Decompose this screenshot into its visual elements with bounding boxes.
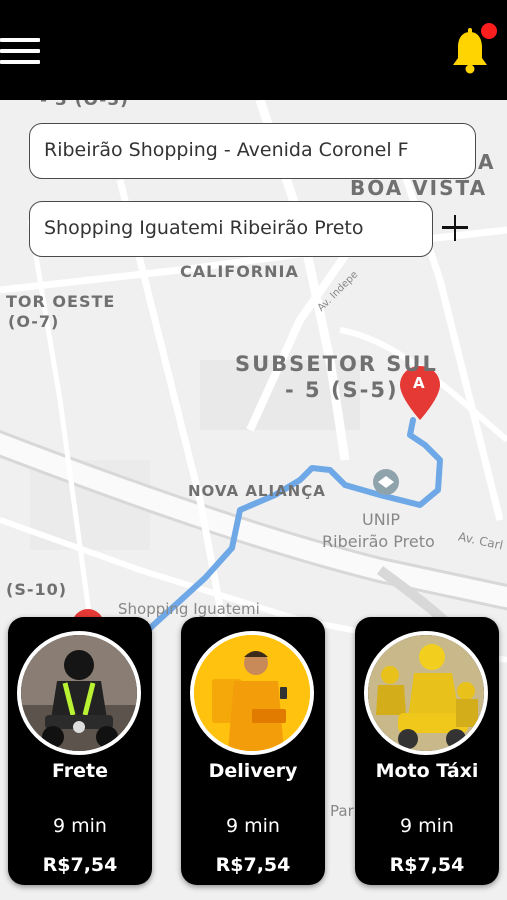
map-label-s5: - 5 (S-5): [285, 378, 399, 402]
service-card-delivery[interactable]: Delivery 9 min R$7,54: [181, 617, 325, 885]
bell-icon[interactable]: [450, 23, 497, 78]
service-price: R$7,54: [42, 854, 118, 876]
service-time: 9 min: [400, 815, 454, 837]
moto-taxi-photo: [364, 631, 488, 755]
map-label-boa-vista-a: A: [478, 150, 495, 174]
service-time: 9 min: [226, 815, 280, 837]
map-label-nova-alianca: NOVA ALIANÇA: [188, 482, 326, 500]
hamburger-menu-icon[interactable]: [0, 38, 40, 68]
top-bar: [0, 0, 507, 100]
service-price: R$7,54: [389, 854, 465, 876]
origin-input[interactable]: Ribeirão Shopping - Avenida Coronel F: [29, 123, 476, 179]
map-label-ribeirao-preto: Ribeirão Preto: [322, 532, 435, 551]
destination-input[interactable]: Shopping Iguatemi Ribeirão Preto: [29, 201, 433, 257]
map-label-subsetor-sul: SUBSETOR SUL: [235, 352, 438, 376]
service-time: 9 min: [53, 815, 107, 837]
map-label-shopping-iguatemi: Shopping Iguatemi: [118, 600, 260, 618]
map-label-setor-oeste: TOR OESTE: [6, 292, 116, 311]
map-label-california: CALIFORNIA: [180, 262, 299, 281]
service-name: Delivery: [208, 760, 298, 782]
plus-icon[interactable]: [440, 213, 470, 243]
map-label-boa-vista: BOA VISTA: [350, 176, 488, 200]
map-label-s10: (S-10): [6, 580, 68, 599]
map-label-o7: (O-7): [8, 312, 60, 331]
service-name: Frete: [52, 760, 108, 782]
map-label-unip: UNIP: [362, 510, 401, 529]
map-label-par: Par: [330, 802, 354, 820]
map-label-o3: - 3 (O-3): [40, 100, 129, 110]
notification-badge: [481, 23, 497, 39]
delivery-photo: [190, 631, 314, 755]
map-marker-a[interactable]: A: [413, 374, 425, 392]
service-card-moto-taxi[interactable]: Moto Táxi 9 min R$7,54: [355, 617, 499, 885]
service-name: Moto Táxi: [375, 760, 479, 782]
frete-photo: [17, 631, 141, 755]
service-price: R$7,54: [215, 854, 291, 876]
service-card-frete[interactable]: Frete 9 min R$7,54: [8, 617, 152, 885]
